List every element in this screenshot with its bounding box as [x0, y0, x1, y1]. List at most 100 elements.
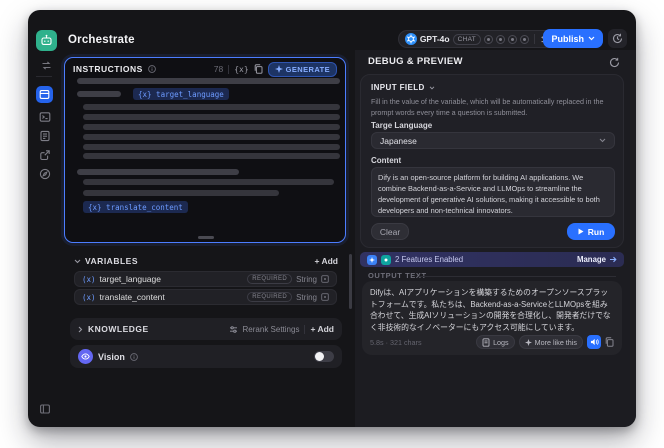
variable-settings-icon[interactable] [321, 293, 329, 301]
insert-variable-icon[interactable]: {x} [234, 65, 248, 74]
variable-type: String [296, 274, 317, 284]
sidebar-item-terminal[interactable] [36, 108, 53, 125]
char-count: 78 [213, 64, 224, 74]
run-button[interactable]: Run [567, 223, 615, 240]
prompt-variable-tag[interactable]: {x} translate_content [83, 201, 188, 213]
vision-label: Vision [98, 351, 125, 362]
sidebar-item-share[interactable] [36, 146, 53, 163]
page-title: Orchestrate [68, 34, 135, 46]
variables-header[interactable]: VARIABLES + Add [74, 254, 338, 268]
sidebar-divider [36, 76, 52, 77]
capability-icon-2 [496, 34, 505, 44]
variables-title: VARIABLES [85, 256, 138, 266]
capability-icon-4 [520, 34, 529, 44]
history-button[interactable] [608, 29, 627, 48]
debug-title: DEBUG & PREVIEW [368, 56, 463, 67]
feature-icon-2 [381, 254, 391, 265]
collapse-sidebar-button[interactable] [36, 400, 53, 417]
variable-name: target_language [99, 274, 161, 284]
capability-icon-3 [508, 34, 517, 44]
manage-features-button[interactable]: Manage [577, 255, 617, 264]
target-language-select[interactable]: Japanese [371, 132, 615, 149]
required-badge: REQUIRED [247, 274, 293, 284]
terminal-nav-icon [39, 111, 51, 123]
logs-button[interactable]: Logs [476, 335, 515, 349]
header-divider [228, 64, 230, 74]
add-variable-button[interactable]: + Add [314, 256, 338, 266]
text-placeholder-bar [77, 78, 340, 84]
more-like-this-button[interactable]: More like this [518, 335, 583, 349]
generate-label: GENERATE [285, 64, 330, 74]
logs-icon [482, 337, 490, 347]
info-icon [147, 65, 156, 73]
output-card: Difyは、AIアプリケーションを構築するためのオープンソースプラットフォームで… [362, 281, 622, 355]
text-placeholder-bar [83, 190, 279, 196]
output-text: Difyは、AIアプリケーションを構築するためのオープンソースプラットフォームで… [370, 288, 611, 333]
text-placeholder-bar [83, 144, 340, 150]
left-panel-scrollbar[interactable] [349, 254, 352, 309]
generate-button[interactable]: GENERATE [267, 61, 337, 77]
features-banner: 2 Features Enabled Manage [360, 252, 624, 267]
text-to-speech-button[interactable] [587, 335, 601, 349]
variable-row[interactable]: (x) target_language REQUIRED String [74, 271, 337, 287]
target-language-value: Japanese [380, 135, 417, 146]
variable-row[interactable]: (x) translate_content REQUIRED String [74, 289, 337, 305]
publish-label: Publish [551, 33, 584, 44]
chevron-down-icon [588, 36, 595, 41]
output-divider [419, 276, 616, 277]
refresh-icon[interactable] [609, 57, 620, 68]
copy-output-button[interactable] [605, 337, 614, 347]
share-nav-icon [39, 149, 51, 161]
orchestrate-nav-icon [39, 89, 50, 100]
run-label: Run [587, 226, 605, 237]
output-footer: 5.8s · 321 chars Logs More like this [370, 333, 614, 349]
sidebar-item-explore[interactable] [36, 165, 53, 182]
app-window: Orchestrate GPT-4o CHAT Publish INSTRUCT… [28, 10, 636, 427]
logs-label: Logs [493, 337, 509, 347]
knowledge-title: KNOWLEDGE [88, 324, 149, 334]
divider [304, 324, 306, 334]
model-name: GPT-4o [419, 34, 450, 44]
sparkle-icon [524, 338, 532, 346]
history-icon [612, 33, 623, 44]
copy-icon[interactable] [254, 64, 263, 74]
instructions-panel[interactable]: INSTRUCTIONS 78 {x} GENERATE {x} target_… [64, 57, 346, 243]
info-icon [129, 352, 138, 361]
content-textarea[interactable]: Dify is an open-source platform for buil… [371, 167, 615, 217]
variable-name: translate_content [99, 292, 165, 302]
capability-icon-1 [484, 34, 493, 44]
variable-prefix-icon: (x) [82, 274, 96, 284]
features-enabled-text: 2 Features Enabled [395, 255, 464, 264]
sidebar-item-orchestrate[interactable] [36, 86, 53, 103]
instructions-header: INSTRUCTIONS 78 {x} GENERATE [65, 58, 345, 80]
app-logo[interactable] [36, 30, 57, 51]
text-placeholder-bar [83, 134, 340, 140]
variable-type: String [296, 292, 317, 302]
chevron-right-icon [78, 326, 83, 333]
text-placeholder-bar [83, 124, 340, 130]
model-mode-badge: CHAT [452, 33, 481, 45]
input-field-title[interactable]: INPUT FIELD [371, 83, 435, 92]
publish-button[interactable]: Publish [543, 29, 603, 48]
knowledge-section[interactable]: KNOWLEDGE Rerank Settings + Add [70, 318, 342, 340]
sparkle-icon [274, 65, 283, 73]
text-placeholder-bar [83, 114, 340, 120]
compass-nav-icon [39, 168, 51, 180]
vision-toggle[interactable] [314, 351, 334, 362]
chevron-down-icon [429, 85, 435, 90]
robot-app-icon [40, 34, 53, 47]
rerank-settings-button[interactable]: Rerank Settings [243, 325, 300, 334]
logs-nav-icon [39, 130, 51, 142]
add-knowledge-button[interactable]: + Add [310, 324, 334, 334]
model-switch-icon[interactable] [38, 57, 55, 74]
resize-handle[interactable] [198, 236, 214, 239]
text-placeholder-bar [83, 153, 340, 159]
variable-settings-icon[interactable] [321, 275, 329, 283]
required-badge: REQUIRED [247, 292, 293, 302]
sidebar-item-logs[interactable] [36, 127, 53, 144]
clear-button[interactable]: Clear [371, 223, 409, 240]
model-selector[interactable]: GPT-4o CHAT [397, 30, 558, 48]
prompt-variable-tag[interactable]: {x} target_language [133, 88, 229, 100]
play-icon [578, 228, 584, 235]
vision-section: Vision [70, 345, 342, 368]
